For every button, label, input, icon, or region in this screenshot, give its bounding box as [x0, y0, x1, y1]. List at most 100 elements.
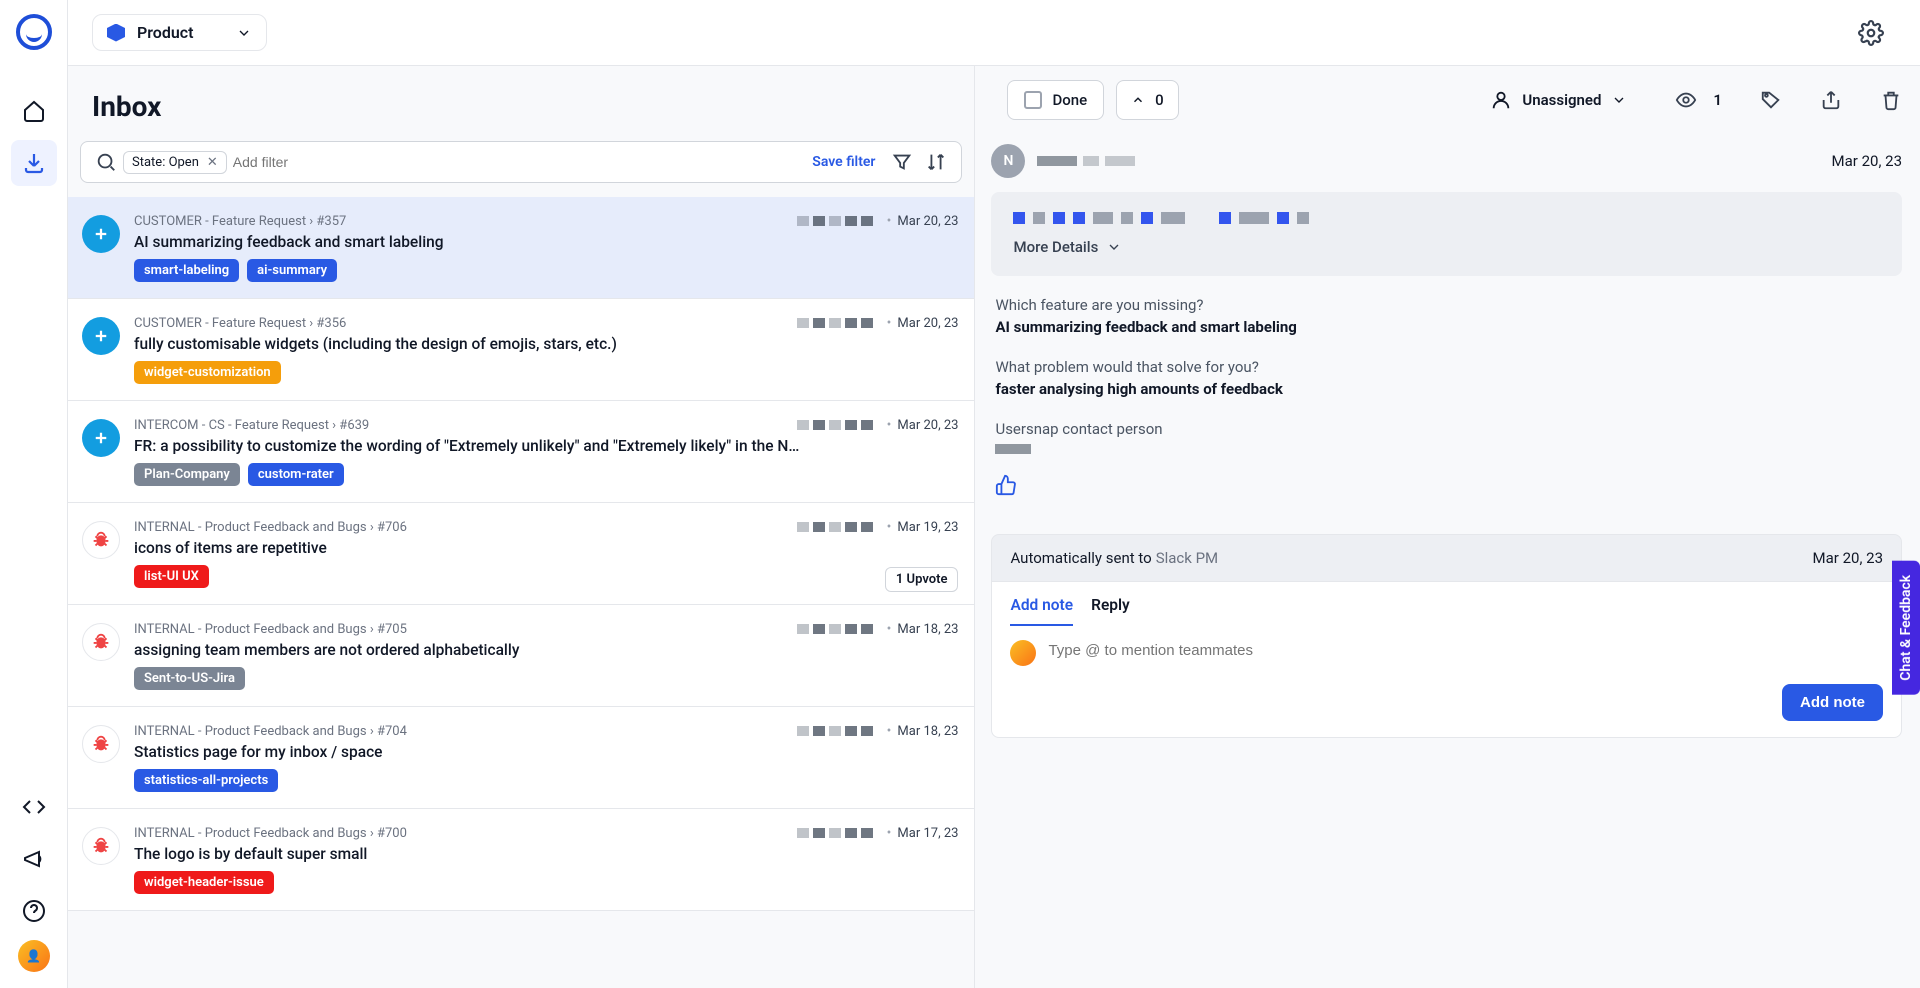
- nav-code[interactable]: [11, 784, 57, 830]
- sort-icon[interactable]: [925, 151, 947, 173]
- item-date: Mar 18, 23: [897, 622, 958, 637]
- filter-chip-state[interactable]: State: Open ✕: [123, 151, 227, 174]
- item-type-icon: [82, 521, 120, 559]
- nav-announce[interactable]: [11, 836, 57, 882]
- item-tags: widget-header-issue: [134, 871, 958, 894]
- item-crumbs: INTERNAL - Product Feedback and Bugs › #…: [134, 622, 407, 637]
- list-item[interactable]: CUSTOMER - Feature Request › #357•Mar 20…: [68, 197, 974, 299]
- item-title: FR: a possibility to customize the wordi…: [134, 437, 958, 455]
- tag[interactable]: Sent-to-US-Jira: [134, 667, 245, 690]
- tag[interactable]: custom-rater: [248, 463, 344, 486]
- item-date: Mar 17, 23: [897, 826, 958, 841]
- nav-help[interactable]: [11, 888, 57, 934]
- tab-add-note[interactable]: Add note: [1010, 596, 1073, 626]
- done-checkbox[interactable]: [1024, 91, 1042, 109]
- item-title: The logo is by default super small: [134, 845, 958, 863]
- detail-header: Done 0 Unassigned 1: [989, 66, 1920, 134]
- code-icon: [22, 795, 46, 819]
- item-title: icons of items are repetitive: [134, 539, 958, 557]
- answer-1: AI summarizing feedback and smart labeli…: [995, 318, 1898, 336]
- item-type-icon: [82, 419, 120, 457]
- list-item[interactable]: CUSTOMER - Feature Request › #356•Mar 20…: [68, 299, 974, 401]
- tag[interactable]: smart-labeling: [134, 259, 239, 282]
- sent-strip: Automatically sent to Slack PM Mar 20, 2…: [991, 534, 1902, 581]
- summary-card: More Details: [991, 192, 1902, 276]
- item-list: CUSTOMER - Feature Request › #357•Mar 20…: [68, 197, 974, 988]
- item-title: AI summarizing feedback and smart labeli…: [134, 233, 958, 251]
- page-title: Inbox: [68, 66, 974, 141]
- question-1: Which feature are you missing?: [995, 296, 1898, 314]
- tab-reply[interactable]: Reply: [1091, 596, 1130, 626]
- item-date: Mar 20, 23: [897, 418, 958, 433]
- tag[interactable]: list-UI UX: [134, 565, 209, 588]
- note-input[interactable]: [1048, 640, 1883, 659]
- workspace-name: Product: [137, 23, 194, 42]
- add-filter-input[interactable]: [233, 154, 803, 170]
- list-item[interactable]: INTERCOM - CS - Feature Request › #639•M…: [68, 401, 974, 503]
- author-row: N Mar 20, 23: [991, 134, 1902, 192]
- item-tags: smart-labeling ai-summary: [134, 259, 958, 282]
- workspace-selector[interactable]: Product: [92, 14, 267, 51]
- nav-rail: 👤: [0, 0, 68, 988]
- item-crumbs: INTERCOM - CS - Feature Request › #639: [134, 418, 369, 433]
- like-icon[interactable]: [995, 474, 1017, 496]
- list-item[interactable]: INTERNAL - Product Feedback and Bugs › #…: [68, 605, 974, 707]
- item-tags: widget-customization: [134, 361, 958, 384]
- user-avatar[interactable]: 👤: [18, 940, 50, 972]
- chip-remove[interactable]: ✕: [207, 155, 218, 170]
- note-avatar: [1010, 640, 1036, 666]
- sent-date: Mar 20, 23: [1813, 549, 1883, 567]
- item-crumbs: CUSTOMER - Feature Request › #357: [134, 214, 346, 229]
- app-logo[interactable]: [16, 14, 52, 50]
- save-filter-link[interactable]: Save filter: [812, 154, 875, 170]
- feedback-side-tab[interactable]: Chat & Feedback: [1892, 561, 1920, 695]
- item-tags: Plan-Company custom-rater: [134, 463, 958, 486]
- workspace-icon: [107, 24, 125, 42]
- filter-icon[interactable]: [891, 151, 913, 173]
- posted-date: Mar 20, 23: [1832, 152, 1902, 170]
- upvote-pill[interactable]: 1 Upvote: [885, 567, 959, 592]
- item-crumbs: INTERNAL - Product Feedback and Bugs › #…: [134, 724, 407, 739]
- chevron-down-icon: [1611, 92, 1627, 108]
- megaphone-icon: [22, 847, 46, 871]
- add-note-button[interactable]: Add note: [1782, 684, 1883, 721]
- home-icon: [22, 99, 46, 123]
- filter-bar: State: Open ✕ Save filter: [80, 141, 962, 183]
- tag[interactable]: statistics-all-projects: [134, 769, 278, 792]
- item-tags: Sent-to-US-Jira: [134, 667, 958, 690]
- item-crumbs: CUSTOMER - Feature Request › #356: [134, 316, 346, 331]
- tag[interactable]: ai-summary: [247, 259, 337, 282]
- list-item[interactable]: INTERNAL - Product Feedback and Bugs › #…: [68, 503, 974, 605]
- trash-icon[interactable]: [1880, 89, 1902, 111]
- nav-counter[interactable]: 0: [1116, 80, 1179, 120]
- chevron-down-icon: [1106, 239, 1122, 255]
- tag-icon[interactable]: [1760, 89, 1782, 111]
- view-count: 1: [1713, 91, 1722, 109]
- item-type-icon: [82, 725, 120, 763]
- author-name-redacted: [1037, 156, 1135, 166]
- list-item[interactable]: INTERNAL - Product Feedback and Bugs › #…: [68, 707, 974, 809]
- more-details-toggle[interactable]: More Details: [1013, 238, 1122, 256]
- inbox-icon: [22, 151, 46, 175]
- nav-inbox[interactable]: [11, 140, 57, 186]
- nav-home[interactable]: [11, 88, 57, 134]
- tag[interactable]: widget-header-issue: [134, 871, 274, 894]
- tag[interactable]: widget-customization: [134, 361, 281, 384]
- list-item[interactable]: INTERNAL - Product Feedback and Bugs › #…: [68, 809, 974, 911]
- tag[interactable]: Plan-Company: [134, 463, 240, 486]
- user-icon: [1490, 89, 1512, 111]
- gear-icon[interactable]: [1858, 20, 1884, 46]
- share-icon[interactable]: [1820, 89, 1842, 111]
- done-button[interactable]: Done: [1007, 80, 1104, 120]
- item-date: Mar 20, 23: [897, 316, 958, 331]
- item-type-icon: [82, 215, 120, 253]
- item-date: Mar 19, 23: [897, 520, 958, 535]
- assignee-selector[interactable]: Unassigned: [1490, 89, 1627, 111]
- item-tags: list-UI UX: [134, 565, 958, 588]
- topbar: Product: [68, 0, 1920, 66]
- eye-icon[interactable]: [1675, 89, 1697, 111]
- item-date: Mar 20, 23: [897, 214, 958, 229]
- item-type-icon: [82, 827, 120, 865]
- search-icon[interactable]: [95, 151, 117, 173]
- question-3: Usersnap contact person: [995, 420, 1898, 438]
